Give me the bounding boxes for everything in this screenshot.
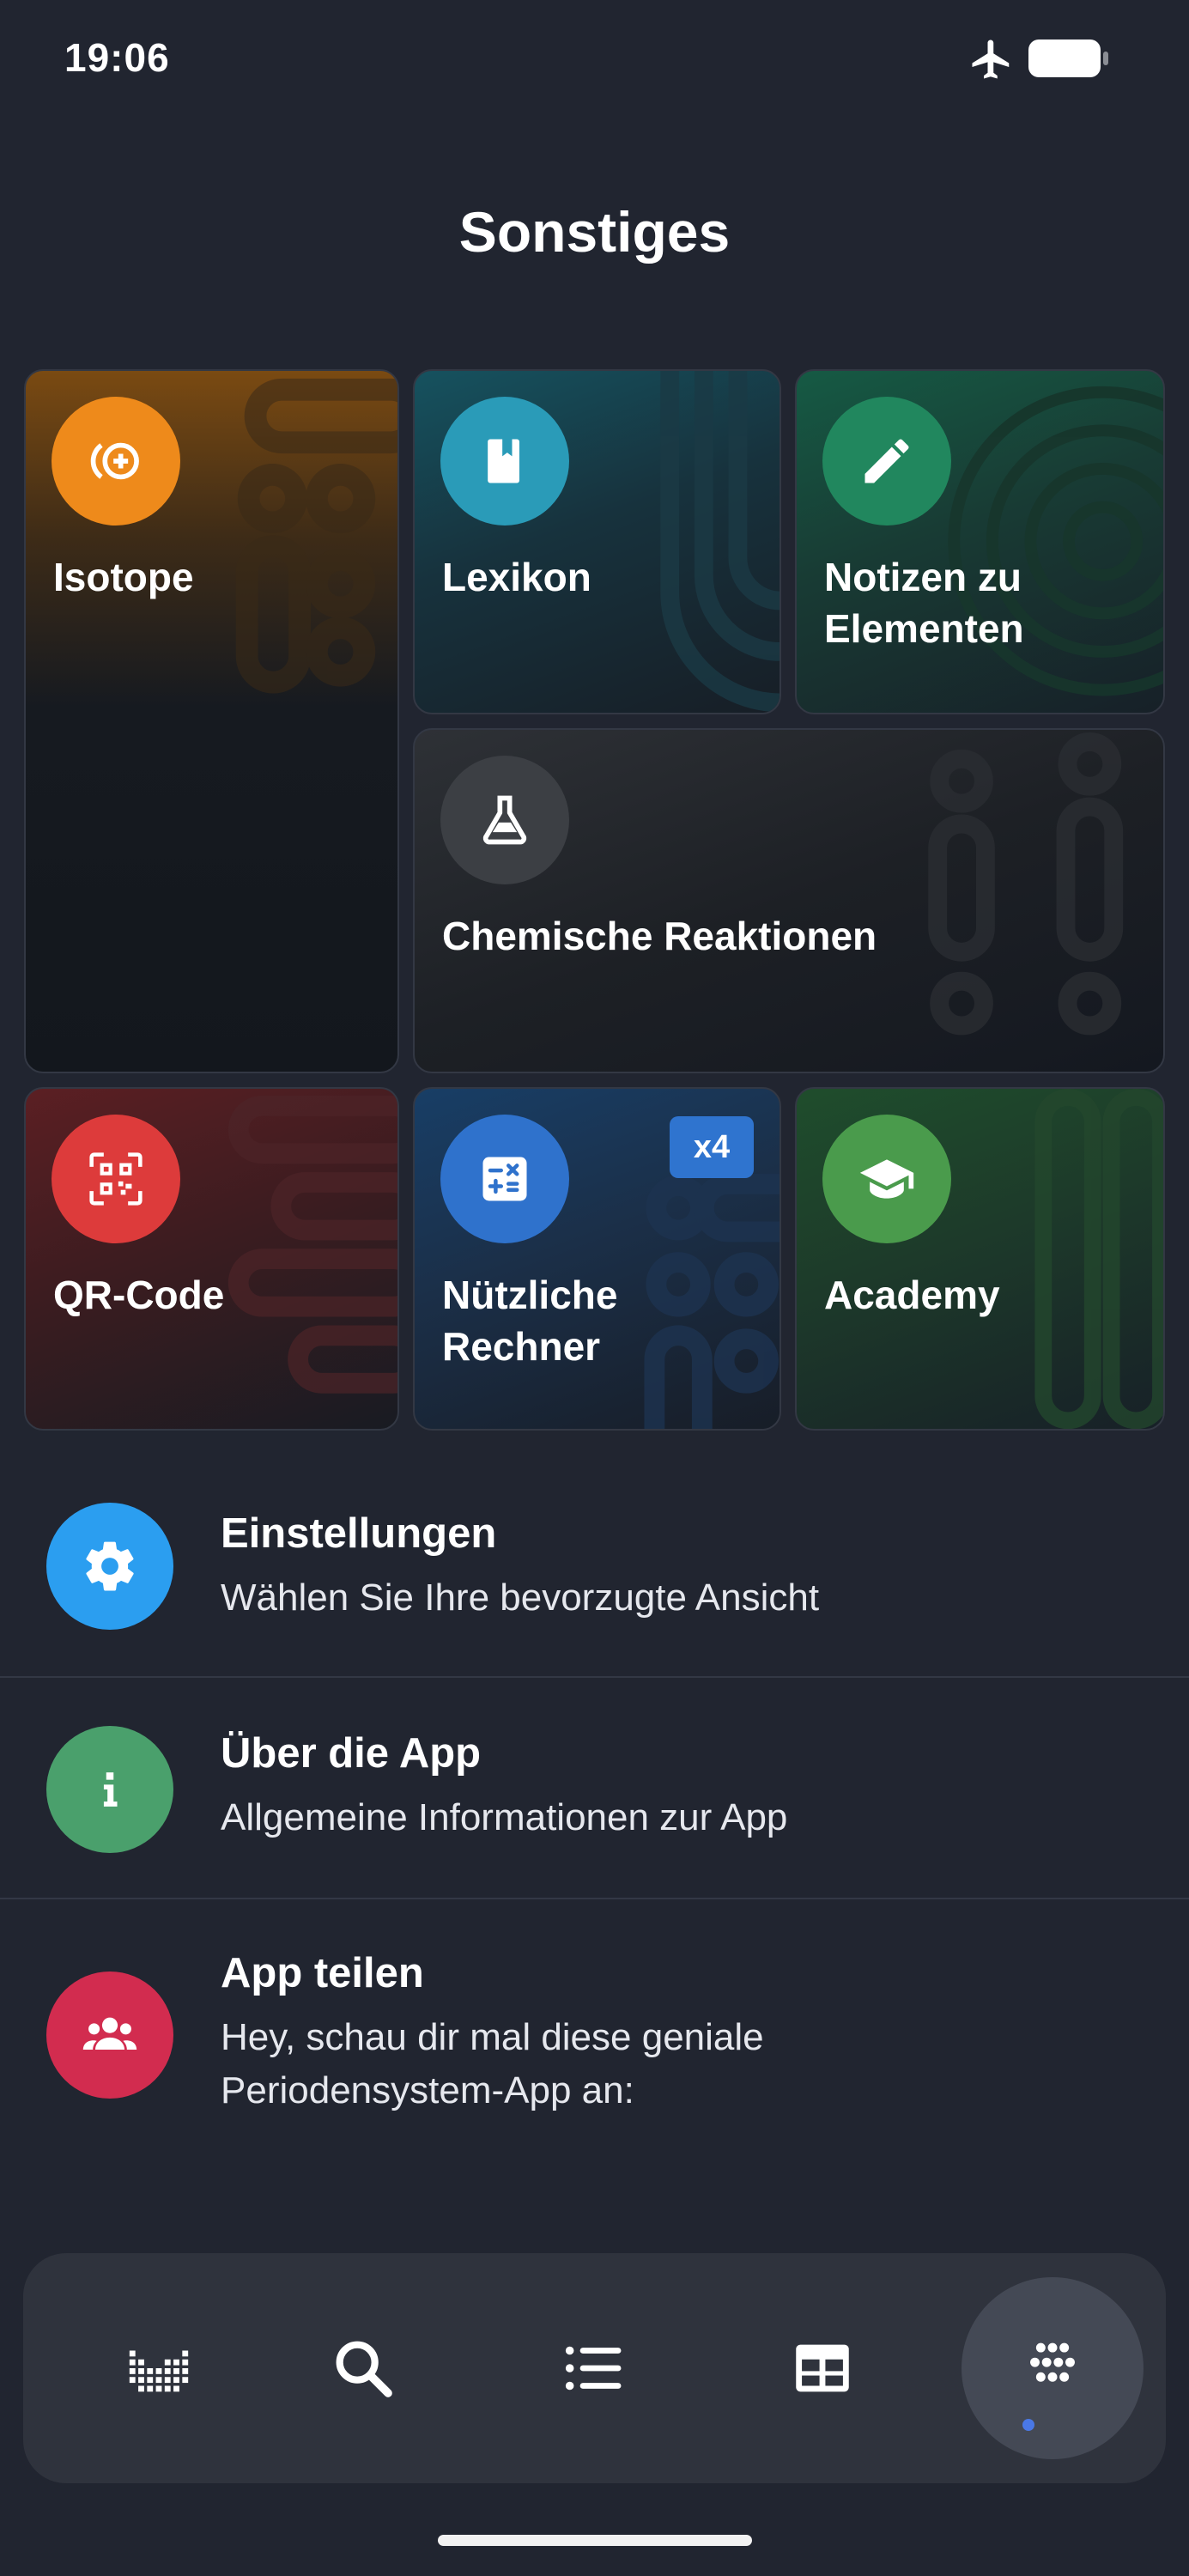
nav-active-dot	[1022, 2419, 1034, 2431]
list-item-title: Über die App	[221, 1730, 482, 1777]
isotope-icon-circle	[52, 397, 180, 526]
book-icon-circle	[440, 397, 569, 526]
table-icon	[796, 2344, 849, 2392]
tile-notizen-label-line2: Elementen	[824, 606, 1024, 651]
tile-chemische-reaktionen[interactable]: Chemische Reaktionen	[413, 728, 1165, 1073]
info-icon	[103, 1772, 118, 1807]
tile-notizen-label-line1: Notizen zu	[824, 555, 1022, 599]
bottom-navigation	[23, 2253, 1166, 2483]
status-bar: 19:06	[0, 0, 1189, 112]
flask-icon-circle	[440, 756, 569, 884]
nav-table[interactable]	[737, 2253, 908, 2483]
list-item-subtitle: Wählen Sie Ihre bevorzugte Ansicht	[221, 1577, 820, 1619]
tile-lexikon-label: Lexikon	[442, 555, 591, 599]
tile-isotope-label: Isotope	[53, 555, 194, 599]
airplane-mode-icon	[972, 39, 1010, 79]
tile-rechner-label-line1: Nützliche	[442, 1273, 618, 1317]
list-item-title: Einstellungen	[221, 1510, 497, 1557]
nav-periodic-table[interactable]	[73, 2253, 245, 2483]
tile-notizen-label: Notizen zu Elementen	[824, 551, 1024, 654]
tile-qr-code[interactable]: QR-Code	[24, 1087, 399, 1431]
status-time: 19:06	[64, 35, 170, 80]
qr-code-icon	[89, 1152, 143, 1206]
battery-icon	[1028, 39, 1108, 77]
tile-notizen[interactable]: Notizen zu Elementen	[795, 369, 1165, 714]
list-item-ueber-die-app[interactable]: Über die App Allgemeine Informationen zu…	[0, 1678, 1189, 1898]
gear-icon-circle	[46, 1503, 173, 1630]
tile-chemische-reaktionen-label: Chemische Reaktionen	[442, 914, 877, 958]
dots-icon	[1030, 2342, 1075, 2382]
tile-qr-code-label: QR-Code	[53, 1273, 225, 1317]
tile-isotope[interactable]: Isotope	[24, 369, 399, 1073]
info-icon-circle	[46, 1726, 173, 1853]
nav-list[interactable]	[507, 2253, 679, 2483]
search-icon	[336, 2341, 392, 2397]
page-title: Sonstiges	[458, 200, 731, 264]
list-item-subtitle: Allgemeine Informationen zur App	[221, 1796, 788, 1838]
home-indicator[interactable]	[438, 2535, 752, 2546]
tile-academy-label: Academy	[824, 1273, 1000, 1317]
count-badge: x4	[670, 1116, 754, 1178]
graduation-cap-icon	[859, 1159, 914, 1199]
tile-rechner-label-line2: Rechner	[442, 1324, 601, 1369]
list-item-subtitle: Hey, schau dir mal diese geniale Periode…	[221, 2016, 764, 2111]
tile-nuetzliche-rechner[interactable]: x4 Nützliche Rechner	[413, 1087, 781, 1431]
list-icon	[565, 2346, 622, 2391]
list-item-app-teilen[interactable]: App teilen Hey, schau dir mal diese geni…	[0, 1899, 1189, 2183]
qr-code-icon-circle	[52, 1115, 180, 1243]
nav-more[interactable]	[967, 2253, 1138, 2483]
graduation-cap-icon-circle	[822, 1115, 951, 1243]
list-item-einstellungen[interactable]: Einstellungen Wählen Sie Ihre bevorzugte…	[0, 1460, 1189, 1676]
list-item-title: App teilen	[221, 1950, 424, 1996]
tile-nuetzliche-rechner-label: Nützliche Rechner	[442, 1269, 617, 1372]
flask-icon	[482, 795, 527, 845]
calculator-icon	[482, 1157, 527, 1201]
tile-academy[interactable]: Academy	[795, 1087, 1165, 1431]
users-icon	[82, 2017, 137, 2050]
pencil-icon	[864, 439, 909, 483]
users-icon-circle	[46, 1971, 173, 2099]
periodic-chart-icon	[129, 2350, 189, 2392]
pencil-icon-circle	[822, 397, 951, 526]
book-icon	[488, 439, 519, 483]
tile-lexikon[interactable]: Lexikon	[413, 369, 781, 714]
gear-icon	[86, 1541, 134, 1591]
calculator-icon-circle	[440, 1115, 569, 1243]
isotope-icon	[90, 442, 139, 480]
nav-search[interactable]	[277, 2253, 449, 2483]
